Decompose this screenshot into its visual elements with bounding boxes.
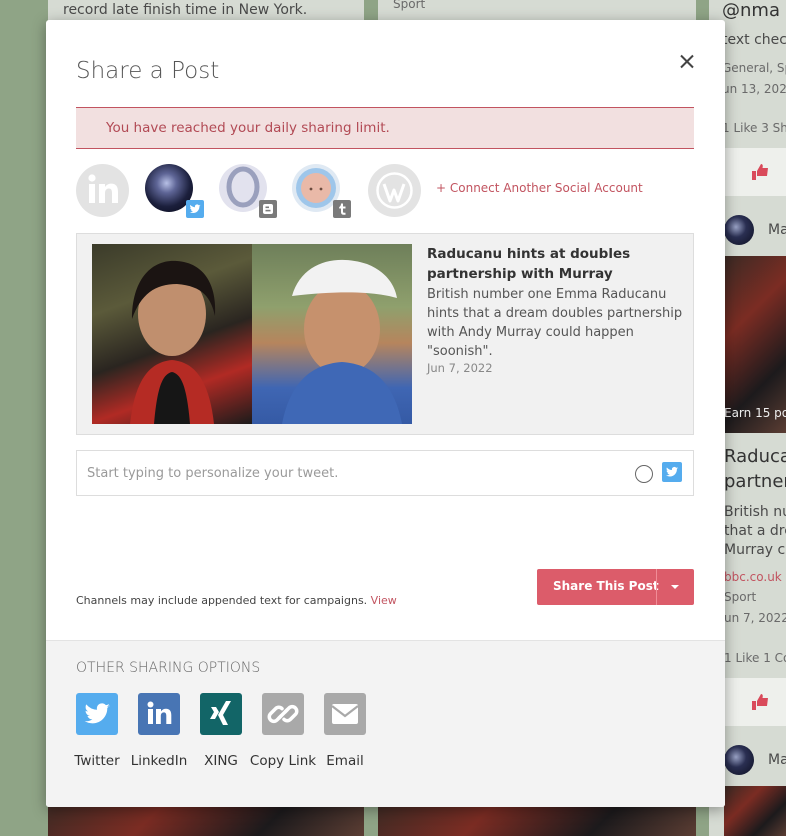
- background-handle: @nma w: [722, 0, 786, 21]
- background-post-desc: British num: [724, 504, 786, 520]
- share-option-label[interactable]: Copy Link: [248, 751, 318, 771]
- post-preview-title[interactable]: Raducanu hints at doubles partnership wi…: [427, 244, 667, 284]
- background-meta: General, Spo: [722, 61, 786, 75]
- connect-social-account-link[interactable]: + Connect Another Social Account: [436, 181, 643, 195]
- tweet-personalize-input[interactable]: [76, 450, 694, 496]
- share-button-divider: [656, 569, 657, 605]
- wordpress-icon: [376, 172, 413, 209]
- background-text: text check: [722, 32, 786, 48]
- share-option-label[interactable]: Email: [310, 751, 380, 771]
- other-sharing-options: OTHER SHARING OPTIONS Twitter LinkedIn X…: [46, 640, 725, 807]
- background-post-category: Sport: [393, 0, 426, 11]
- share-option-label[interactable]: XING: [186, 751, 256, 771]
- post-preview-description: British number one Emma Raducanu hints t…: [427, 287, 683, 359]
- tumblr-badge-icon: [333, 200, 351, 218]
- twitter-target-icon[interactable]: [662, 462, 682, 482]
- sharing-limit-alert: You have reached your daily sharing limi…: [76, 107, 694, 149]
- post-preview-date: Jun 7, 2022: [427, 361, 493, 375]
- campaign-footnote: Channels may include appended text for c…: [76, 594, 397, 607]
- background-author: Ma: [768, 222, 786, 238]
- thumbs-up-icon[interactable]: [751, 164, 769, 180]
- background-post-desc: that a drea: [724, 523, 786, 539]
- background-stats: 1 Like 1 Co: [724, 651, 786, 665]
- background-category: Sport: [724, 590, 757, 604]
- background-author: Ma: [768, 752, 786, 768]
- background-date: un 13, 2022: [722, 82, 786, 96]
- account-linkedin[interactable]: [76, 164, 129, 217]
- alert-text: You have reached your daily sharing limi…: [106, 120, 390, 136]
- murray-photo: [252, 244, 412, 424]
- chevron-down-icon[interactable]: [671, 585, 679, 589]
- background-post-desc: Murray co: [724, 542, 786, 558]
- email-icon[interactable]: [324, 693, 366, 735]
- background-avatar: [724, 215, 754, 245]
- thumbs-up-icon[interactable]: [751, 694, 769, 710]
- account-wordpress[interactable]: [368, 164, 421, 217]
- background-date: un 7, 2022,: [724, 611, 786, 625]
- background-avatar: [724, 745, 754, 775]
- modal-title: Share a Post: [76, 58, 220, 84]
- character-count-indicator: [635, 465, 653, 483]
- post-preview-image: [92, 244, 412, 424]
- link-icon[interactable]: [262, 693, 304, 735]
- linkedin-icon: [88, 174, 118, 203]
- background-earn-points: Earn 15 poi: [724, 406, 786, 420]
- twitter-icon[interactable]: [76, 693, 118, 735]
- share-this-post-button[interactable]: Share This Post: [537, 569, 694, 605]
- linkedin-icon[interactable]: [138, 693, 180, 735]
- background-stats: 1 Like 3 Sh: [722, 121, 786, 135]
- footnote-view-link[interactable]: View: [371, 594, 397, 607]
- background-post-title: Raduca: [724, 446, 786, 467]
- background-post-text: record late finish time in New York.: [63, 2, 308, 18]
- footnote-text: Channels may include appended text for c…: [76, 594, 368, 607]
- close-icon[interactable]: [676, 51, 698, 73]
- background-post-title: partner: [724, 471, 786, 492]
- share-post-modal: Share a Post You have reached your daily…: [46, 20, 725, 807]
- twitter-badge-icon: [186, 200, 204, 218]
- xing-icon[interactable]: [200, 693, 242, 735]
- raducanu-photo: [92, 244, 252, 424]
- blogger-badge-icon: [259, 200, 277, 218]
- share-button-label: Share This Post: [553, 579, 659, 593]
- other-sharing-title: OTHER SHARING OPTIONS: [76, 660, 261, 676]
- post-preview-card: Raducanu hints at doubles partnership wi…: [76, 233, 694, 435]
- background-post-image: [724, 786, 786, 836]
- share-option-label[interactable]: Twitter: [62, 751, 132, 771]
- background-source-link[interactable]: bbc.co.uk: [724, 570, 782, 584]
- share-option-label[interactable]: LinkedIn: [124, 751, 194, 771]
